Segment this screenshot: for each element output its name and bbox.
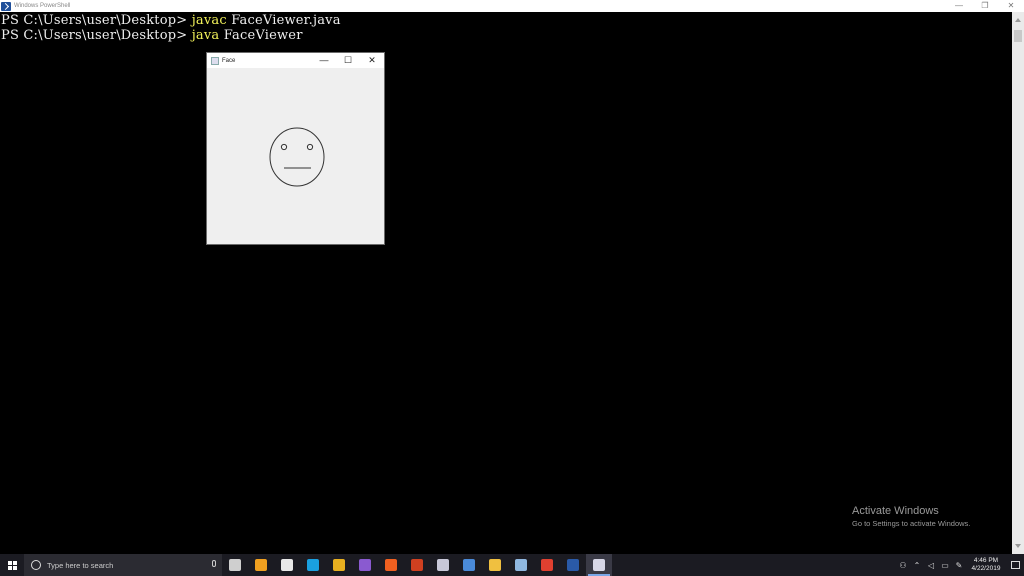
people-icon[interactable]: ⚇ [896,561,910,570]
cortana-icon [31,560,41,570]
notification-icon [1010,561,1020,569]
taskbar-apps [222,554,612,576]
taskbar-app-button[interactable] [352,554,378,576]
activate-windows-watermark: Activate Windows Go to Settings to activ… [852,505,970,528]
java-icon [211,56,219,65]
chrome-icon [333,559,345,571]
scroll-up-icon[interactable] [1015,18,1021,22]
console-line: PS C:\Users\user\Desktop> javac FaceView… [1,13,341,28]
console-prompt: PS C:\Users\user\Desktop> [1,13,192,28]
face-drawing [269,127,325,187]
window-title: Windows PowerShell [14,3,71,9]
scroll-down-icon[interactable] [1015,544,1021,548]
taskbar-app-button[interactable] [274,554,300,576]
file-explorer-icon [489,559,501,571]
taskbar-app-button[interactable] [430,554,456,576]
app-notes-icon [515,559,527,571]
windows-logo-icon [7,560,17,570]
taskbar-search[interactable]: Type here to search [24,554,222,576]
watermark-title: Activate Windows [852,505,939,517]
java-app-icon [593,559,605,571]
restore-button[interactable]: ❐ [972,0,998,12]
close-button[interactable]: ✕ [998,0,1024,12]
powershell-icon [1,1,11,11]
console-area[interactable]: PS C:\Users\user\Desktop> javac FaceView… [0,12,1012,554]
task-view-icon [229,559,241,571]
scroll-thumb[interactable] [1014,30,1022,42]
console-args: FaceViewer [219,28,303,43]
volume-icon[interactable]: ◁ [924,561,938,570]
taskbar-app-button[interactable] [586,554,612,576]
console-line: PS C:\Users\user\Desktop> java FaceViewe… [1,28,303,43]
window-controls: — ❐ ✕ [946,0,1024,12]
skype-icon [307,559,319,571]
start-button[interactable] [0,554,24,576]
face-maximize-button[interactable]: ☐ [336,53,360,68]
notification-button[interactable] [1006,554,1024,576]
taskbar-app-button[interactable] [404,554,430,576]
face-outline [269,127,325,187]
edge-icon [255,559,267,571]
visual-studio-icon [359,559,371,571]
clock[interactable]: 4:46 PM 4/22/2019 [966,557,1006,573]
pen-icon[interactable]: ✎ [952,561,966,570]
taskbar-app-button[interactable] [222,554,248,576]
taskbar-app-button[interactable] [508,554,534,576]
face-window[interactable]: Face — ☐ ✕ [206,52,385,245]
face-window-title: Face [222,57,236,64]
firefox-icon [385,559,397,571]
taskbar-app-button[interactable] [326,554,352,576]
microphone-icon[interactable] [212,560,216,567]
console-command: java [191,28,220,43]
face-window-titlebar[interactable]: Face — ☐ ✕ [207,53,384,68]
network-icon[interactable]: ▭ [938,561,952,570]
taskbar-app-button[interactable] [248,554,274,576]
taskbar: Type here to search ⚇ ⌃ ◁ ▭ ✎ 4:46 PM 4/… [0,554,1024,576]
taskbar-app-button[interactable] [560,554,586,576]
clock-date: 4/22/2019 [971,565,1001,572]
app-blue-icon [463,559,475,571]
system-tray: ⚇ ⌃ ◁ ▭ ✎ 4:46 PM 4/22/2019 [896,554,1024,576]
taskbar-app-button[interactable] [482,554,508,576]
taskbar-app-button[interactable] [534,554,560,576]
powershell-icon [567,559,579,571]
console-args: FaceViewer.java [226,13,341,28]
app-icon [437,559,449,571]
search-placeholder: Type here to search [47,560,114,570]
store-icon [281,559,293,571]
taskbar-app-button[interactable] [378,554,404,576]
face-close-button[interactable]: ✕ [360,53,384,68]
console-command: javac [191,13,227,28]
watermark-subtitle: Go to Settings to activate Windows. [852,519,971,528]
powershell-titlebar[interactable]: Windows PowerShell — ❐ ✕ [0,0,1024,12]
taskbar-app-button[interactable] [300,554,326,576]
right-eye [306,143,314,151]
clock-time: 4:46 PM [973,557,999,564]
console-scrollbar[interactable] [1012,12,1024,554]
console-prompt: PS C:\Users\user\Desktop> [1,28,192,43]
face-minimize-button[interactable]: — [312,53,336,68]
taskbar-app-button[interactable] [456,554,482,576]
minimize-button[interactable]: — [946,0,972,12]
powerpoint-icon [411,559,423,571]
left-eye [280,143,288,151]
chrome-2-icon [541,559,553,571]
chevron-up-icon[interactable]: ⌃ [910,561,924,570]
